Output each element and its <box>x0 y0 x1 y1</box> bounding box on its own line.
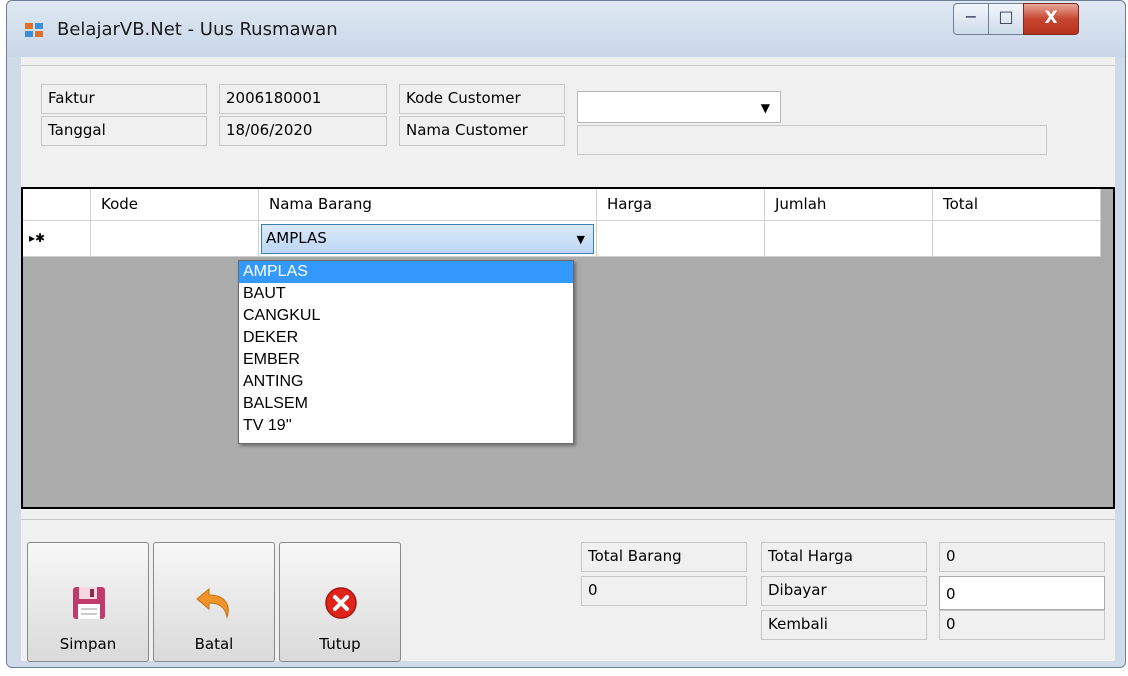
tanggal-value: 18/06/2020 <box>219 116 387 146</box>
bottom-panel: Simpan Batal Tutup Total Barang 0 Total … <box>21 519 1115 662</box>
chevron-down-icon[interactable]: ▼ <box>761 101 770 115</box>
minimize-button[interactable]: − <box>953 3 989 35</box>
list-item[interactable]: DEKER <box>239 327 573 349</box>
kembali-value: 0 <box>939 610 1105 640</box>
cell-nama-barang[interactable]: AMPLAS ▼ <box>259 221 597 257</box>
nama-customer-label: Nama Customer <box>399 116 565 146</box>
list-item[interactable]: CANGKUL <box>239 305 573 327</box>
simpan-button[interactable]: Simpan <box>27 542 149 662</box>
dibayar-label: Dibayar <box>761 576 927 606</box>
maximize-icon: □ <box>998 7 1014 26</box>
dibayar-input[interactable]: 0 <box>939 576 1105 610</box>
list-item[interactable]: AMPLAS <box>239 261 573 283</box>
nama-barang-dropdown-list[interactable]: AMPLAS BAUT CANGKUL DEKER EMBER ANTING B… <box>238 260 574 444</box>
nama-barang-value: AMPLAS <box>266 229 327 247</box>
title-bar[interactable]: BelajarVB.Net - Uus Rusmawan − □ X <box>7 1 1125 57</box>
app-form-icon <box>25 23 43 37</box>
faktur-value: 2006180001 <box>219 84 387 114</box>
kode-customer-combo[interactable]: ▼ <box>577 91 781 123</box>
list-item[interactable]: BAUT <box>239 283 573 305</box>
maximize-button[interactable]: □ <box>988 3 1024 35</box>
red-x-circle-icon <box>325 587 357 619</box>
total-barang-value: 0 <box>581 576 747 606</box>
column-header-kode[interactable]: Kode <box>91 189 259 221</box>
cell-jumlah[interactable] <box>765 221 933 257</box>
floppy-disk-icon <box>73 587 105 619</box>
close-window-button[interactable]: X <box>1023 3 1079 35</box>
batal-button[interactable]: Batal <box>153 542 275 662</box>
row-header-corner <box>23 189 91 221</box>
simpan-label: Simpan <box>59 635 117 653</box>
kembali-label: Kembali <box>761 610 927 640</box>
total-barang-label: Total Barang <box>581 542 747 572</box>
nama-customer-field <box>577 125 1047 155</box>
list-item[interactable]: EMBER <box>239 349 573 371</box>
grid-header-row: Kode Nama Barang Harga Jumlah Total <box>23 189 1101 221</box>
faktur-label: Faktur <box>41 84 207 114</box>
total-harga-label: Total Harga <box>761 542 927 572</box>
cell-total[interactable] <box>933 221 1101 257</box>
close-icon: X <box>1044 8 1058 28</box>
cell-kode[interactable] <box>91 221 259 257</box>
column-header-harga[interactable]: Harga <box>597 189 765 221</box>
column-header-nama-barang[interactable]: Nama Barang <box>259 189 597 221</box>
list-item[interactable]: BALSEM <box>239 393 573 415</box>
undo-arrow-icon <box>196 587 229 619</box>
table-row[interactable]: ▸✱ AMPLAS ▼ <box>23 221 1101 257</box>
cell-harga[interactable] <box>597 221 765 257</box>
total-harga-value: 0 <box>939 542 1105 572</box>
list-item[interactable]: TV 19'' <box>239 415 573 437</box>
minimize-icon: − <box>964 7 978 26</box>
batal-label: Batal <box>194 635 234 653</box>
column-header-total[interactable]: Total <box>933 189 1101 221</box>
tutup-label: Tutup <box>319 635 361 653</box>
column-header-jumlah[interactable]: Jumlah <box>765 189 933 221</box>
header-panel: Faktur 2006180001 Kode Customer ▼ Tangga… <box>21 65 1115 196</box>
tutup-button[interactable]: Tutup <box>279 542 401 662</box>
tanggal-label: Tanggal <box>41 116 207 146</box>
list-item[interactable]: ANTING <box>239 371 573 393</box>
chevron-down-icon[interactable]: ▼ <box>577 233 585 246</box>
new-row-marker-icon[interactable]: ▸✱ <box>23 221 91 257</box>
nama-barang-combo[interactable]: AMPLAS ▼ <box>261 224 594 254</box>
kode-customer-label: Kode Customer <box>399 84 565 114</box>
window-title: BelajarVB.Net - Uus Rusmawan <box>57 19 338 40</box>
